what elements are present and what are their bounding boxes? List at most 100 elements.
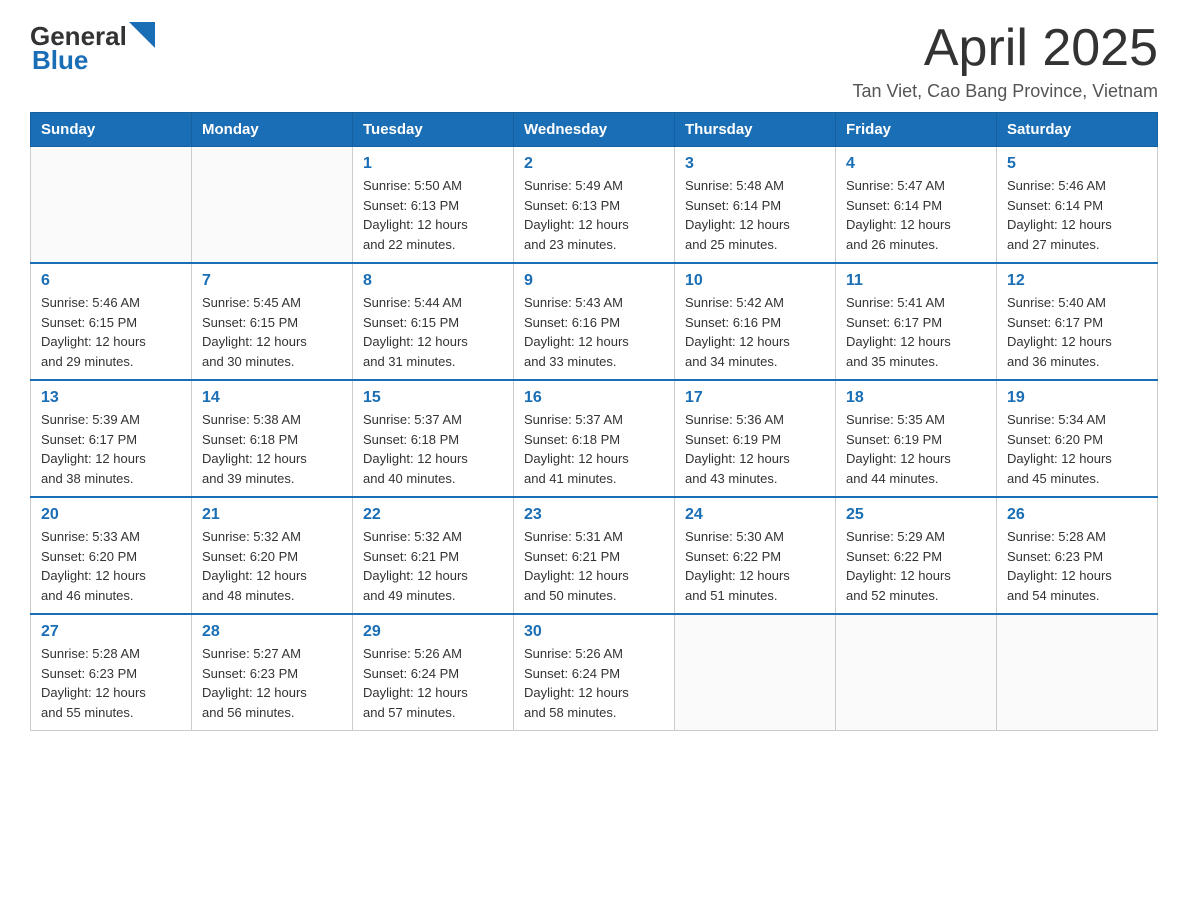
day-number: 6 — [41, 272, 181, 290]
day-number: 4 — [846, 155, 986, 173]
calendar-cell: 7 Sunrise: 5:45 AM Sunset: 6:15 PM Daylig… — [192, 263, 353, 380]
calendar-cell — [31, 147, 192, 264]
calendar-cell: 26 Sunrise: 5:28 AM Sunset: 6:23 PM Dayli… — [997, 497, 1158, 614]
calendar-header-row: SundayMondayTuesdayWednesdayThursdayFrid… — [31, 113, 1158, 147]
day-info: Sunrise: 5:46 AM Sunset: 6:14 PM Dayligh… — [1007, 176, 1147, 254]
calendar-header-tuesday: Tuesday — [353, 113, 514, 147]
day-info: Sunrise: 5:36 AM Sunset: 6:19 PM Dayligh… — [685, 410, 825, 488]
calendar-cell: 25Sunrise: 5:29 AM Sunset: 6:22 PM Dayli… — [836, 497, 997, 614]
day-info: Sunrise: 5:39 AM Sunset: 6:17 PM Dayligh… — [41, 410, 181, 488]
day-number: 9 — [524, 272, 664, 290]
calendar-cell: 23Sunrise: 5:31 AM Sunset: 6:21 PM Dayli… — [514, 497, 675, 614]
day-info: Sunrise: 5:41 AM Sunset: 6:17 PM Dayligh… — [846, 293, 986, 371]
day-info: Sunrise: 5:46 AM Sunset: 6:15 PM Dayligh… — [41, 293, 181, 371]
day-number: 14 — [202, 389, 342, 407]
calendar-cell: 16 Sunrise: 5:37 AM Sunset: 6:18 PM Dayli… — [514, 380, 675, 497]
calendar-week-row: 20 Sunrise: 5:33 AM Sunset: 6:20 PM Dayli… — [31, 497, 1158, 614]
calendar-week-row: 13 Sunrise: 5:39 AM Sunset: 6:17 PM Dayli… — [31, 380, 1158, 497]
day-number: 28 — [202, 623, 342, 641]
day-info: Sunrise: 5:49 AM Sunset: 6:13 PM Dayligh… — [524, 176, 664, 254]
day-info: Sunrise: 5:37 AM Sunset: 6:18 PM Dayligh… — [524, 410, 664, 488]
calendar-cell: 1 Sunrise: 5:50 AM Sunset: 6:13 PM Daylig… — [353, 147, 514, 264]
day-number: 21 — [202, 506, 342, 524]
calendar-cell: 9 Sunrise: 5:43 AM Sunset: 6:16 PM Daylig… — [514, 263, 675, 380]
calendar-cell: 22Sunrise: 5:32 AM Sunset: 6:21 PM Dayli… — [353, 497, 514, 614]
day-info: Sunrise: 5:28 AM Sunset: 6:23 PM Dayligh… — [41, 644, 181, 722]
calendar-cell: 21 Sunrise: 5:32 AM Sunset: 6:20 PM Dayli… — [192, 497, 353, 614]
title-area: April 2025 Tan Viet, Cao Bang Province, … — [852, 20, 1158, 102]
location-text: Tan Viet, Cao Bang Province, Vietnam — [852, 81, 1158, 102]
calendar-cell: 15Sunrise: 5:37 AM Sunset: 6:18 PM Dayli… — [353, 380, 514, 497]
calendar-cell: 8Sunrise: 5:44 AM Sunset: 6:15 PM Daylig… — [353, 263, 514, 380]
day-number: 5 — [1007, 155, 1147, 173]
day-number: 20 — [41, 506, 181, 524]
calendar-cell: 5 Sunrise: 5:46 AM Sunset: 6:14 PM Daylig… — [997, 147, 1158, 264]
calendar-cell: 6 Sunrise: 5:46 AM Sunset: 6:15 PM Daylig… — [31, 263, 192, 380]
day-info: Sunrise: 5:32 AM Sunset: 6:20 PM Dayligh… — [202, 527, 342, 605]
day-info: Sunrise: 5:43 AM Sunset: 6:16 PM Dayligh… — [524, 293, 664, 371]
day-number: 3 — [685, 155, 825, 173]
page-header: General Blue April 2025 Tan Viet, Cao Ba… — [30, 20, 1158, 102]
day-number: 17 — [685, 389, 825, 407]
calendar-cell: 10Sunrise: 5:42 AM Sunset: 6:16 PM Dayli… — [675, 263, 836, 380]
day-number: 18 — [846, 389, 986, 407]
calendar-header-sunday: Sunday — [31, 113, 192, 147]
day-info: Sunrise: 5:33 AM Sunset: 6:20 PM Dayligh… — [41, 527, 181, 605]
day-number: 27 — [41, 623, 181, 641]
logo-triangle-icon — [129, 22, 155, 48]
day-number: 11 — [846, 272, 986, 290]
day-number: 16 — [524, 389, 664, 407]
calendar-cell: 20 Sunrise: 5:33 AM Sunset: 6:20 PM Dayli… — [31, 497, 192, 614]
calendar-cell: 3 Sunrise: 5:48 AM Sunset: 6:14 PM Daylig… — [675, 147, 836, 264]
calendar-cell — [192, 147, 353, 264]
calendar-cell: 18 Sunrise: 5:35 AM Sunset: 6:19 PM Dayli… — [836, 380, 997, 497]
day-number: 1 — [363, 155, 503, 173]
day-info: Sunrise: 5:37 AM Sunset: 6:18 PM Dayligh… — [363, 410, 503, 488]
calendar-cell — [836, 614, 997, 731]
calendar-cell: 30Sunrise: 5:26 AM Sunset: 6:24 PM Dayli… — [514, 614, 675, 731]
calendar-cell: 12 Sunrise: 5:40 AM Sunset: 6:17 PM Dayli… — [997, 263, 1158, 380]
calendar-cell: 28Sunrise: 5:27 AM Sunset: 6:23 PM Dayli… — [192, 614, 353, 731]
calendar-week-row: 27 Sunrise: 5:28 AM Sunset: 6:23 PM Dayli… — [31, 614, 1158, 731]
day-number: 10 — [685, 272, 825, 290]
calendar-week-row: 6 Sunrise: 5:46 AM Sunset: 6:15 PM Daylig… — [31, 263, 1158, 380]
day-info: Sunrise: 5:48 AM Sunset: 6:14 PM Dayligh… — [685, 176, 825, 254]
day-info: Sunrise: 5:30 AM Sunset: 6:22 PM Dayligh… — [685, 527, 825, 605]
calendar-cell: 17 Sunrise: 5:36 AM Sunset: 6:19 PM Dayli… — [675, 380, 836, 497]
month-title: April 2025 — [852, 20, 1158, 77]
logo-blue-text: Blue — [32, 45, 88, 76]
day-info: Sunrise: 5:34 AM Sunset: 6:20 PM Dayligh… — [1007, 410, 1147, 488]
day-number: 25 — [846, 506, 986, 524]
day-info: Sunrise: 5:40 AM Sunset: 6:17 PM Dayligh… — [1007, 293, 1147, 371]
calendar-header-friday: Friday — [836, 113, 997, 147]
day-info: Sunrise: 5:38 AM Sunset: 6:18 PM Dayligh… — [202, 410, 342, 488]
day-number: 24 — [685, 506, 825, 524]
day-number: 13 — [41, 389, 181, 407]
day-info: Sunrise: 5:50 AM Sunset: 6:13 PM Dayligh… — [363, 176, 503, 254]
calendar-week-row: 1 Sunrise: 5:50 AM Sunset: 6:13 PM Daylig… — [31, 147, 1158, 264]
logo: General Blue — [30, 20, 155, 76]
day-number: 23 — [524, 506, 664, 524]
calendar-cell: 4 Sunrise: 5:47 AM Sunset: 6:14 PM Daylig… — [836, 147, 997, 264]
day-number: 29 — [363, 623, 503, 641]
day-info: Sunrise: 5:26 AM Sunset: 6:24 PM Dayligh… — [363, 644, 503, 722]
calendar-header-saturday: Saturday — [997, 113, 1158, 147]
day-info: Sunrise: 5:45 AM Sunset: 6:15 PM Dayligh… — [202, 293, 342, 371]
day-info: Sunrise: 5:28 AM Sunset: 6:23 PM Dayligh… — [1007, 527, 1147, 605]
calendar-cell: 19 Sunrise: 5:34 AM Sunset: 6:20 PM Dayli… — [997, 380, 1158, 497]
day-info: Sunrise: 5:35 AM Sunset: 6:19 PM Dayligh… — [846, 410, 986, 488]
calendar-cell — [675, 614, 836, 731]
day-number: 12 — [1007, 272, 1147, 290]
day-number: 19 — [1007, 389, 1147, 407]
calendar-cell: 11 Sunrise: 5:41 AM Sunset: 6:17 PM Dayli… — [836, 263, 997, 380]
day-info: Sunrise: 5:44 AM Sunset: 6:15 PM Dayligh… — [363, 293, 503, 371]
day-number: 2 — [524, 155, 664, 173]
day-info: Sunrise: 5:47 AM Sunset: 6:14 PM Dayligh… — [846, 176, 986, 254]
day-number: 7 — [202, 272, 342, 290]
calendar-cell: 13 Sunrise: 5:39 AM Sunset: 6:17 PM Dayli… — [31, 380, 192, 497]
day-number: 30 — [524, 623, 664, 641]
calendar-header-wednesday: Wednesday — [514, 113, 675, 147]
calendar-table: SundayMondayTuesdayWednesdayThursdayFrid… — [30, 112, 1158, 731]
day-number: 26 — [1007, 506, 1147, 524]
calendar-cell: 14 Sunrise: 5:38 AM Sunset: 6:18 PM Dayli… — [192, 380, 353, 497]
